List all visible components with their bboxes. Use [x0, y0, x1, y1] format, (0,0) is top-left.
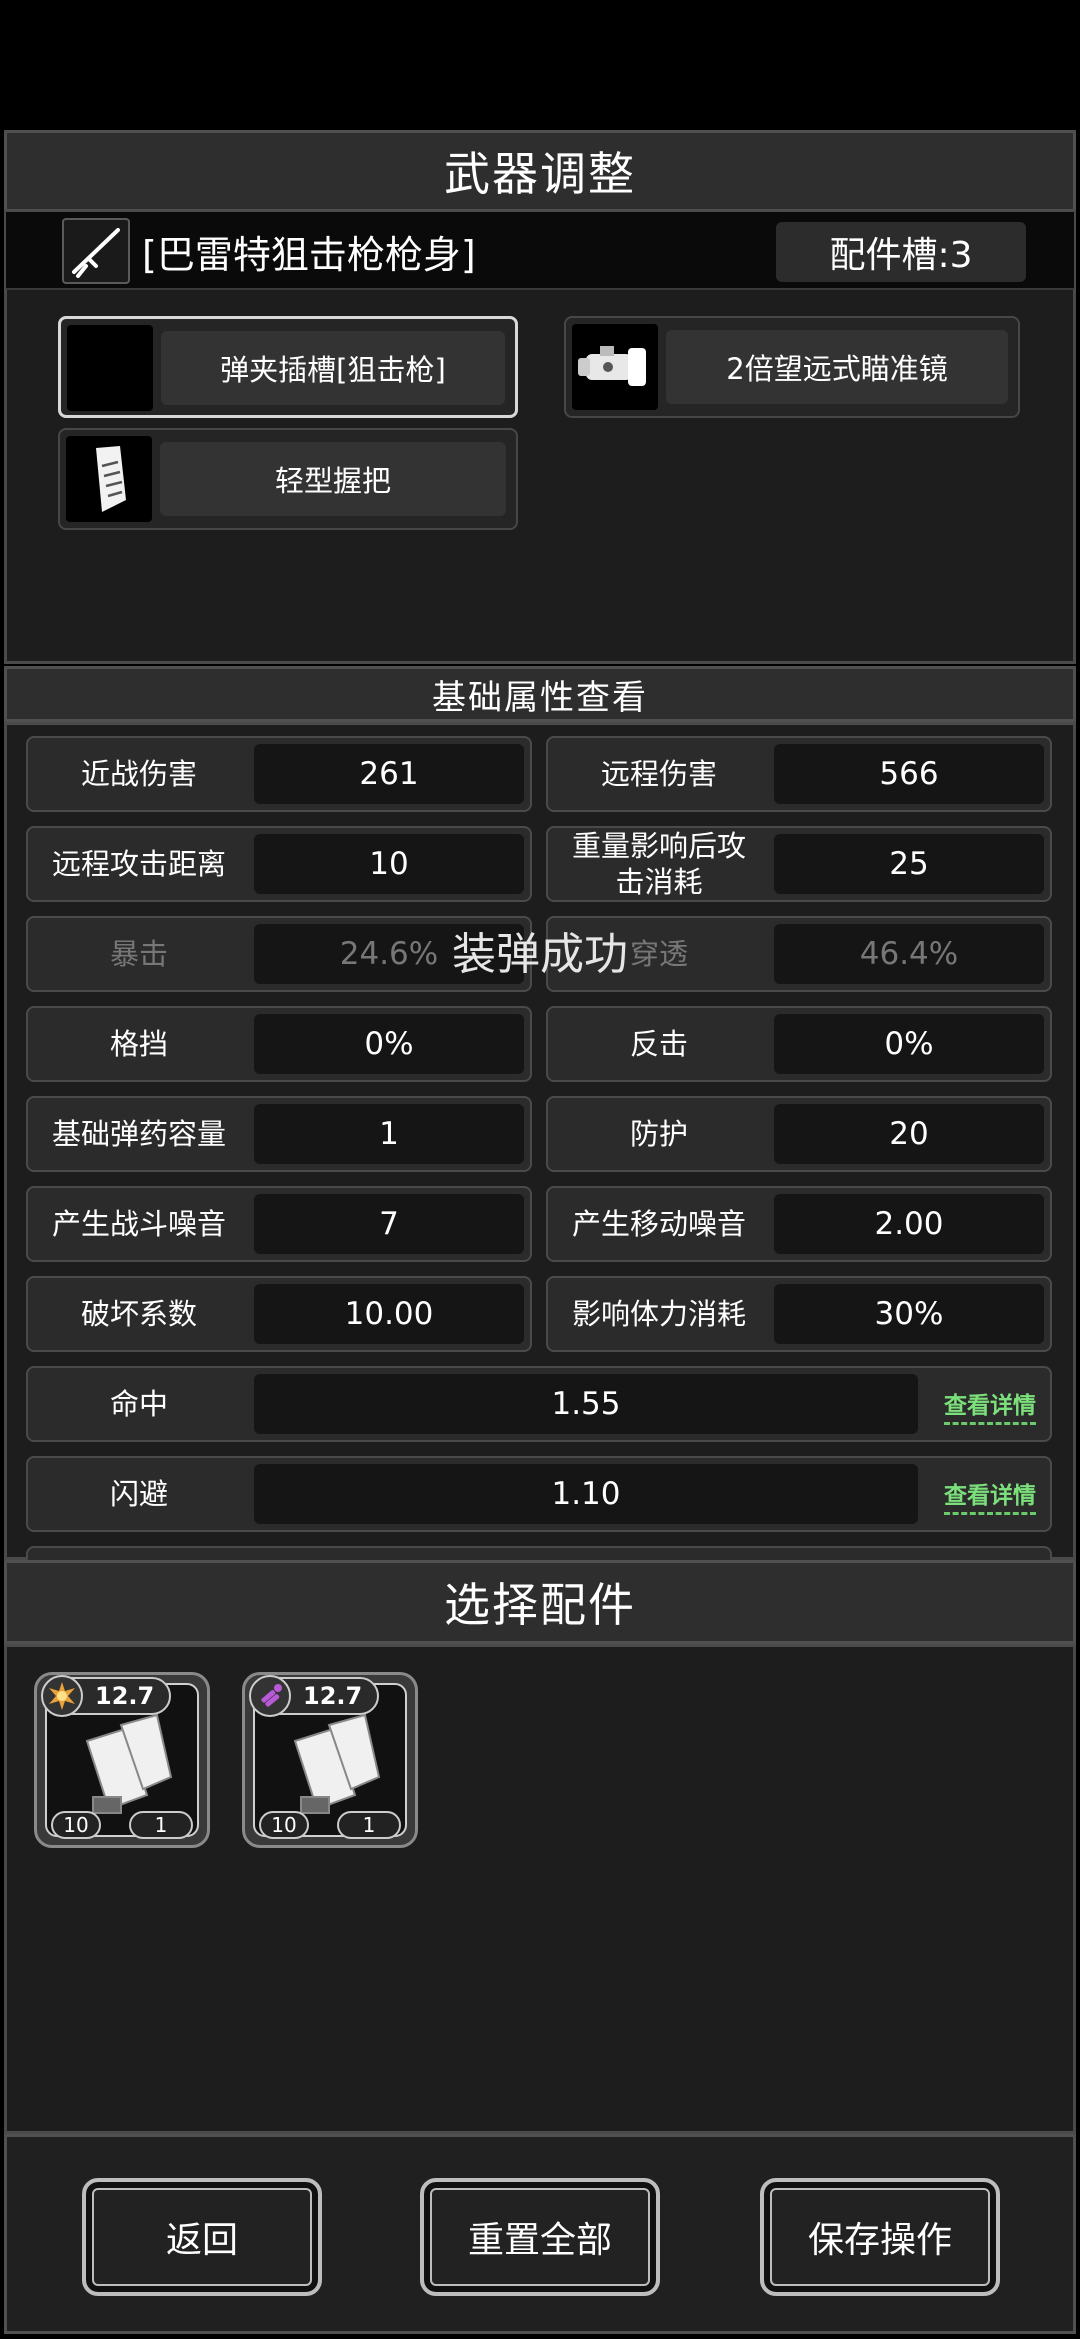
parts-title-text: 选择配件: [444, 1578, 636, 1632]
bullet-burst-icon: [249, 1675, 291, 1717]
stat-value: 2.00: [774, 1194, 1044, 1254]
stat-protection: 防护 20: [546, 1096, 1052, 1172]
stat-block: 格挡 0%: [26, 1006, 532, 1082]
stats-title-text: 基础属性查看: [432, 677, 648, 718]
stat-name: 命中: [109, 1387, 168, 1421]
reset-all-button[interactable]: 重置全部: [420, 2178, 660, 2296]
rifle-icon: [62, 218, 130, 284]
attachment-slot-magazine[interactable]: 弹夹插槽[狙击枪]: [58, 316, 518, 418]
save-button[interactable]: 保存操作: [760, 2178, 1000, 2296]
stat-value: 1: [254, 1104, 524, 1164]
part-count-right: 1: [129, 1811, 193, 1839]
stat-combat-noise: 产生战斗噪音 7: [26, 1186, 532, 1262]
stat-value: 1.55: [254, 1374, 918, 1434]
stat-weight-attack-cost: 重量影响后攻击消耗 25: [546, 826, 1052, 902]
attachment-label: 弹夹插槽[狙击枪]: [161, 331, 505, 405]
stat-name: 产生战斗噪音: [51, 1207, 226, 1241]
stat-name: 影响体力消耗: [571, 1297, 746, 1331]
part-count-left: 10: [51, 1811, 101, 1839]
status-bar-area: [0, 0, 1080, 128]
part-level-text: 12.7: [303, 1682, 363, 1710]
stat-melee-damage: 近战伤害 261: [26, 736, 532, 812]
part-card-magazine-1[interactable]: 12.7 10 1: [34, 1672, 210, 1848]
page-title-text: 武器调整: [444, 147, 636, 201]
stat-name: 产生移动噪音: [571, 1207, 746, 1241]
stat-name: 近战伤害: [80, 757, 197, 791]
weapon-name: [巴雷特狙击枪枪身]: [142, 233, 476, 277]
stat-value: 261: [254, 744, 524, 804]
evasion-details-link[interactable]: 查看详情: [944, 1476, 1036, 1515]
part-level-text: 12.7: [95, 1682, 155, 1710]
stat-move-noise: 产生移动噪音 2.00: [546, 1186, 1052, 1262]
slot-count: 配件槽:3: [776, 222, 1026, 282]
stat-value: 566: [774, 744, 1044, 804]
empty-slot-icon: [67, 325, 153, 411]
stat-name: 闪避: [109, 1477, 168, 1511]
stat-name: 穿透: [629, 937, 688, 971]
attachment-label: 轻型握把: [160, 442, 506, 516]
page-title: 武器调整: [4, 130, 1076, 212]
attachment-slot-grip[interactable]: 轻型握把: [58, 428, 518, 530]
stat-ranged-damage: 远程伤害 566: [546, 736, 1052, 812]
stat-name: 暴击: [109, 937, 168, 971]
stat-value: 10: [254, 834, 524, 894]
accuracy-details-link[interactable]: 查看详情: [944, 1386, 1036, 1425]
stat-name: 远程伤害: [600, 757, 717, 791]
stat-value: 30%: [774, 1284, 1044, 1344]
attachment-slot-scope[interactable]: 2倍望远式瞄准镜: [564, 316, 1020, 418]
stat-value: 0%: [774, 1014, 1044, 1074]
stat-value: 46.4%: [774, 924, 1044, 984]
stat-name: 基础弹药容量: [51, 1117, 226, 1151]
stat-value: 7: [254, 1194, 524, 1254]
part-count-right: 1: [337, 1811, 401, 1839]
stat-value: 24.6%: [254, 924, 524, 984]
grip-icon: [66, 436, 152, 522]
part-count-left: 10: [259, 1811, 309, 1839]
stat-name: 防护: [629, 1117, 688, 1151]
explosion-icon: [41, 1675, 83, 1717]
stat-critical: 暴击 24.6%: [26, 916, 532, 992]
weapon-header: [巴雷特狙击枪枪身] 配件槽:3: [6, 212, 1074, 290]
parts-title: 选择配件: [4, 1560, 1076, 1644]
stat-value: 20: [774, 1104, 1044, 1164]
stat-stamina-cost: 影响体力消耗 30%: [546, 1276, 1052, 1352]
stat-ranged-range: 远程攻击距离 10: [26, 826, 532, 902]
back-button[interactable]: 返回: [82, 2178, 322, 2296]
stat-name: 破坏系数: [80, 1297, 197, 1331]
stat-accuracy: 命中 1.55 查看详情: [26, 1366, 1052, 1442]
stat-name: 反击: [629, 1027, 688, 1061]
scope-icon: [572, 324, 658, 410]
stat-penetration: 穿透 46.4%: [546, 916, 1052, 992]
part-card-magazine-2[interactable]: 12.7 10 1: [242, 1672, 418, 1848]
stats-title: 基础属性查看: [4, 666, 1076, 722]
stat-row-partial: [26, 1546, 1052, 1560]
stat-value: 10.00: [254, 1284, 524, 1344]
stat-evasion: 闪避 1.10 查看详情: [26, 1456, 1052, 1532]
attachment-label: 2倍望远式瞄准镜: [666, 330, 1008, 404]
stat-value: 0%: [254, 1014, 524, 1074]
stat-counter: 反击 0%: [546, 1006, 1052, 1082]
stat-name: 远程攻击距离: [51, 847, 226, 881]
stat-name: 格挡: [109, 1027, 168, 1061]
stat-value: 25: [774, 834, 1044, 894]
stat-destruction: 破坏系数 10.00: [26, 1276, 532, 1352]
stat-ammo-capacity: 基础弹药容量 1: [26, 1096, 532, 1172]
stat-name: 重量影响后攻击消耗: [571, 829, 746, 899]
stat-value: 1.10: [254, 1464, 918, 1524]
